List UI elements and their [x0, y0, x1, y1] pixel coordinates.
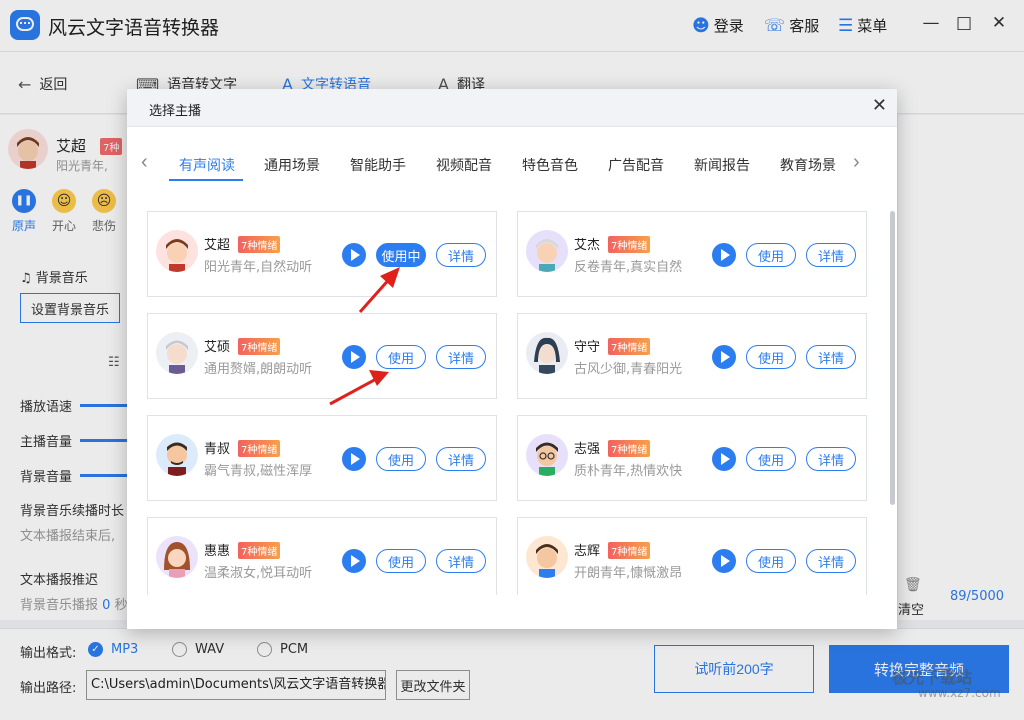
- avatar: [526, 434, 568, 476]
- voice-desc: 温柔淑女,悦耳动听: [204, 566, 313, 581]
- voice-name: 青叔: [204, 442, 231, 457]
- use-button[interactable]: 使用: [746, 447, 796, 471]
- play-icon[interactable]: [342, 345, 366, 369]
- emotion-badge: 7种情绪: [608, 236, 651, 253]
- play-icon[interactable]: [342, 243, 366, 267]
- use-button[interactable]: 使用: [746, 345, 796, 369]
- avatar: [526, 536, 568, 578]
- voice-card[interactable]: 艾硕 7种情绪 通用赘婿,朗朗动听 使用 详情: [147, 313, 497, 399]
- emotion-badge: 7种情绪: [238, 236, 281, 253]
- play-icon[interactable]: [342, 549, 366, 573]
- dialog-scrollbar[interactable]: [890, 211, 895, 505]
- avatar: [526, 332, 568, 374]
- emotion-badge: 7种情绪: [608, 338, 651, 355]
- active-tab-indicator: [169, 179, 243, 181]
- voice-card-grid: 艾超 7种情绪 阳光青年,自然动听 使用中 详情 艾杰 7种情绪 反卷青年,真实…: [147, 211, 875, 595]
- play-icon[interactable]: [712, 447, 736, 471]
- use-button[interactable]: 使用: [376, 447, 426, 471]
- use-button[interactable]: 使用: [746, 549, 796, 573]
- avatar: [156, 434, 198, 476]
- select-anchor-dialog: 选择主播 ✕ ‹ 有声阅读 通用场景 智能助手 视频配音 特色音色 广告配音 新…: [127, 89, 897, 629]
- detail-button[interactable]: 详情: [436, 345, 486, 369]
- voice-card[interactable]: 惠惠 7种情绪 温柔淑女,悦耳动听 使用 详情: [147, 517, 497, 595]
- play-icon[interactable]: [342, 447, 366, 471]
- voice-card[interactable]: 青叔 7种情绪 霸气青叔,磁性浑厚 使用 详情: [147, 415, 497, 501]
- detail-button[interactable]: 详情: [806, 447, 856, 471]
- detail-button[interactable]: 详情: [806, 549, 856, 573]
- use-button[interactable]: 使用: [376, 345, 426, 369]
- avatar: [156, 332, 198, 374]
- voice-name: 艾硕: [204, 340, 231, 355]
- voice-desc: 开朗青年,慷慨激昂: [574, 566, 683, 581]
- voice-card[interactable]: 艾超 7种情绪 阳光青年,自然动听 使用中 详情: [147, 211, 497, 297]
- tab-assistant[interactable]: 智能助手: [350, 155, 406, 175]
- avatar: [156, 536, 198, 578]
- dialog-title: 选择主播: [149, 104, 202, 119]
- voice-name: 艾杰: [574, 238, 601, 253]
- watermark-text: 极光下载站: [892, 668, 973, 687]
- in-use-button[interactable]: 使用中: [376, 243, 426, 267]
- emotion-badge: 7种情绪: [238, 440, 281, 457]
- tab-special[interactable]: 特色音色: [522, 155, 578, 175]
- detail-button[interactable]: 详情: [806, 243, 856, 267]
- dialog-close-icon[interactable]: ✕: [872, 95, 887, 116]
- use-button[interactable]: 使用: [376, 549, 426, 573]
- emotion-badge: 7种情绪: [608, 440, 651, 457]
- play-icon[interactable]: [712, 549, 736, 573]
- voice-desc: 质朴青年,热情欢快: [574, 464, 683, 479]
- voice-name: 惠惠: [204, 544, 231, 559]
- dialog-header: 选择主播 ✕: [127, 89, 897, 127]
- tab-general[interactable]: 通用场景: [264, 155, 320, 175]
- voice-desc: 反卷青年,真实自然: [574, 260, 683, 275]
- play-icon[interactable]: [712, 345, 736, 369]
- detail-button[interactable]: 详情: [806, 345, 856, 369]
- tab-ads[interactable]: 广告配音: [608, 155, 664, 175]
- voice-desc: 阳光青年,自然动听: [204, 260, 313, 275]
- tab-news[interactable]: 新闻报告: [694, 155, 750, 175]
- detail-button[interactable]: 详情: [436, 447, 486, 471]
- voice-name: 志强: [574, 442, 601, 457]
- watermark-url: www.xz7.com: [918, 686, 1001, 700]
- tab-video-dub[interactable]: 视频配音: [436, 155, 492, 175]
- use-button[interactable]: 使用: [746, 243, 796, 267]
- tab-audiobook[interactable]: 有声阅读: [179, 155, 235, 175]
- chevron-left-icon[interactable]: ‹: [141, 151, 148, 174]
- voice-desc: 霸气青叔,磁性浑厚: [204, 464, 313, 479]
- voice-card[interactable]: 志辉 7种情绪 开朗青年,慷慨激昂 使用 详情: [517, 517, 867, 595]
- category-tabs: ‹ 有声阅读 通用场景 智能助手 视频配音 特色音色 广告配音 新闻报告 教育场…: [141, 149, 881, 183]
- voice-desc: 通用赘婿,朗朗动听: [204, 362, 313, 377]
- avatar: [526, 230, 568, 272]
- voice-name: 守守: [574, 340, 601, 355]
- detail-button[interactable]: 详情: [436, 549, 486, 573]
- emotion-badge: 7种情绪: [608, 542, 651, 559]
- voice-name: 艾超: [204, 238, 231, 253]
- avatar: [156, 230, 198, 272]
- voice-card[interactable]: 守守 7种情绪 古风少御,青春阳光 使用 详情: [517, 313, 867, 399]
- detail-button[interactable]: 详情: [436, 243, 486, 267]
- voice-name: 志辉: [574, 544, 601, 559]
- emotion-badge: 7种情绪: [238, 542, 281, 559]
- play-icon[interactable]: [712, 243, 736, 267]
- voice-card[interactable]: 艾杰 7种情绪 反卷青年,真实自然 使用 详情: [517, 211, 867, 297]
- chevron-right-icon[interactable]: ›: [853, 151, 860, 174]
- tab-education[interactable]: 教育场景: [780, 155, 836, 175]
- voice-desc: 古风少御,青春阳光: [574, 362, 683, 377]
- voice-card[interactable]: 志强 7种情绪 质朴青年,热情欢快 使用 详情: [517, 415, 867, 501]
- emotion-badge: 7种情绪: [238, 338, 281, 355]
